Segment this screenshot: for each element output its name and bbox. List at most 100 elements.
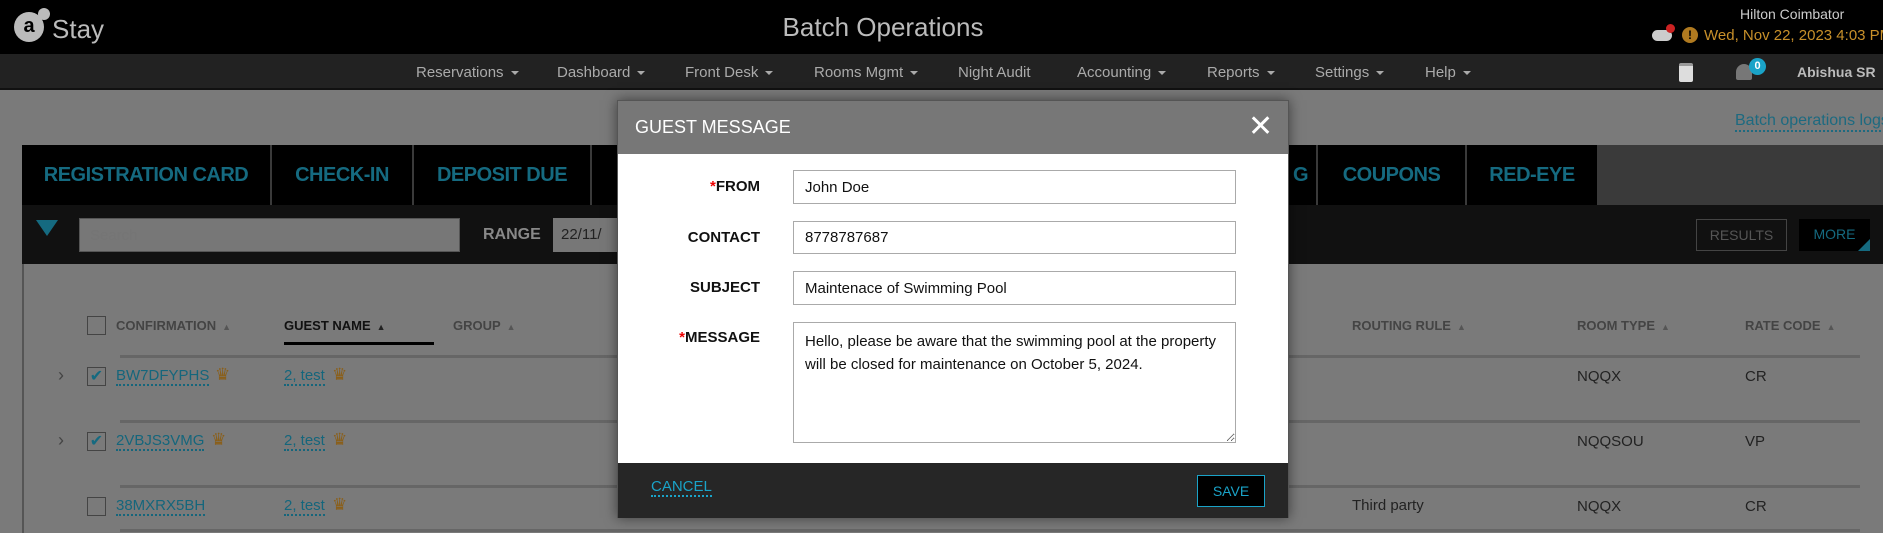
label-text: MESSAGE — [684, 329, 760, 346]
sort-icon: ▲ — [506, 321, 516, 332]
nav-label: Night Audit — [958, 64, 1031, 81]
col-label: CONFIRMATION — [116, 318, 217, 333]
guest-message-modal: GUEST MESSAGE ✕ CANCEL SAVE — [617, 100, 1289, 518]
subject-input[interactable] — [793, 271, 1236, 305]
filter-add-icon[interactable] — [36, 220, 58, 236]
nav-label: Dashboard — [557, 64, 631, 81]
tab-red-eye[interactable]: RED-EYE — [1467, 145, 1597, 205]
col-label: RATE CODE — [1745, 318, 1821, 333]
nav-label: Front Desk — [685, 64, 759, 81]
tab-check-in[interactable]: CHECK-IN — [272, 145, 412, 205]
row-checkbox-checked[interactable]: ✔ — [87, 432, 106, 451]
main-nav: Reservations Dashboard Front Desk Rooms … — [0, 54, 1883, 90]
app-header: a Stay Batch Operations Hilton Coimbator… — [0, 0, 1883, 54]
col-label: GUEST NAME — [284, 318, 371, 333]
nav-rooms-mgmt[interactable]: Rooms Mgmt — [814, 64, 919, 81]
user-menu[interactable]: Abishua SR — [1797, 64, 1876, 80]
clipboard-icon[interactable] — [1679, 63, 1693, 82]
nav-help[interactable]: Help — [1425, 64, 1471, 81]
row-checkbox-checked[interactable]: ✔ — [87, 367, 106, 386]
nav-reports[interactable]: Reports — [1207, 64, 1275, 81]
nav-label: Help — [1425, 64, 1456, 81]
subject-label: SUBJECT — [689, 279, 760, 296]
cancel-button[interactable]: CANCEL — [651, 478, 712, 497]
results-button[interactable]: RESULTS — [1696, 219, 1787, 251]
tab-coupons[interactable]: COUPONS — [1318, 145, 1465, 205]
sort-asc-icon: ▲ — [376, 321, 386, 332]
caret-down-icon — [1158, 71, 1167, 76]
from-input[interactable] — [793, 170, 1236, 204]
page-title: Batch Operations — [782, 12, 984, 42]
col-routing-rule[interactable]: ROUTING RULE ▲ — [1352, 318, 1466, 333]
more-corner-icon — [1858, 239, 1870, 251]
contact-input[interactable] — [793, 221, 1236, 254]
crown-icon: ♛ — [211, 430, 227, 449]
message-textarea[interactable]: Hello, please be aware that the swimming… — [793, 322, 1236, 443]
row-checkbox[interactable] — [87, 497, 106, 516]
caret-down-icon — [1376, 71, 1385, 76]
caret-down-icon — [1462, 71, 1471, 76]
sort-icon: ▲ — [222, 321, 232, 332]
nav-reservations[interactable]: Reservations — [416, 64, 519, 81]
rate-code: CR — [1745, 368, 1767, 385]
tab-deposit-due[interactable]: DEPOSIT DUE — [414, 145, 590, 205]
guest-name-link[interactable]: 2, test — [284, 432, 325, 451]
sort-icon: ▲ — [1661, 321, 1670, 332]
from-label: *FROM — [610, 178, 760, 195]
nav-accounting[interactable]: Accounting — [1077, 64, 1167, 81]
caret-down-icon — [765, 71, 774, 76]
nav-label: Reports — [1207, 64, 1260, 81]
col-group[interactable]: GROUP ▲ — [453, 318, 516, 333]
batch-operations-logs-link[interactable]: Batch operations logs — [1735, 112, 1883, 132]
confirmation-link[interactable]: 38MXRX5BH — [116, 497, 206, 516]
routing-rule: Third party — [1352, 497, 1424, 514]
nav-label: Accounting — [1077, 64, 1152, 81]
search-input[interactable] — [79, 218, 460, 252]
message-label: *MESSAGE — [610, 329, 760, 346]
col-rate-code[interactable]: RATE CODE ▲ — [1745, 318, 1836, 333]
room-type: NQQX — [1577, 368, 1622, 385]
save-button[interactable]: SAVE — [1197, 475, 1265, 507]
nav-label: Rooms Mgmt — [814, 64, 904, 81]
crown-icon: ♛ — [332, 430, 348, 449]
tab-registration-card[interactable]: REGISTRATION CARD — [22, 145, 270, 205]
guest-name-link[interactable]: 2, test — [284, 497, 325, 516]
caret-down-icon — [910, 71, 919, 76]
room-type: NQQSOU — [1577, 433, 1644, 450]
table-left-border — [22, 264, 24, 533]
crown-icon: ♛ — [215, 365, 231, 384]
nav-night-audit[interactable]: Night Audit — [958, 64, 1031, 81]
col-guest-name[interactable]: GUEST NAME ▲ — [284, 318, 386, 333]
col-label: ROUTING RULE — [1352, 318, 1451, 333]
sort-icon: ▲ — [1456, 321, 1466, 332]
expand-chevron-icon[interactable]: › — [58, 430, 64, 451]
col-label: GROUP — [453, 318, 501, 333]
row-divider — [120, 529, 1860, 532]
room-type: NQQX — [1577, 498, 1622, 515]
nav-settings[interactable]: Settings — [1315, 64, 1385, 81]
col-confirmation[interactable]: CONFIRMATION ▲ — [116, 318, 231, 333]
nav-front-desk[interactable]: Front Desk — [685, 64, 774, 81]
nav-dashboard[interactable]: Dashboard — [557, 64, 646, 81]
warning-icon[interactable]: ! — [1682, 27, 1698, 43]
col-label: ROOM TYPE — [1577, 318, 1656, 333]
current-datetime: Wed, Nov 22, 2023 4:03 PM — [1704, 27, 1883, 44]
confirmation-link[interactable]: BW7DFYPHS — [116, 367, 210, 386]
guest-name-link[interactable]: 2, test — [284, 367, 325, 386]
contact-label: CONTACT — [687, 229, 760, 246]
sort-icon: ▲ — [1826, 321, 1836, 332]
caret-down-icon — [637, 71, 646, 76]
nav-label: Reservations — [416, 64, 504, 81]
label-text: FROM — [715, 178, 760, 195]
expand-chevron-icon[interactable]: › — [58, 365, 64, 386]
select-all-checkbox[interactable] — [87, 316, 106, 335]
nav-label: Settings — [1315, 64, 1370, 81]
property-name: Hilton Coimbator — [1740, 6, 1845, 22]
crown-icon: ♛ — [332, 365, 348, 384]
modal-title: GUEST MESSAGE — [635, 117, 791, 137]
notification-badge: 0 — [1749, 58, 1766, 75]
close-icon[interactable]: ✕ — [1248, 109, 1273, 145]
confirmation-link[interactable]: 2VBJS3VMG — [116, 432, 205, 451]
col-room-type[interactable]: ROOM TYPE ▲ — [1577, 318, 1670, 333]
caret-down-icon — [1266, 71, 1275, 76]
